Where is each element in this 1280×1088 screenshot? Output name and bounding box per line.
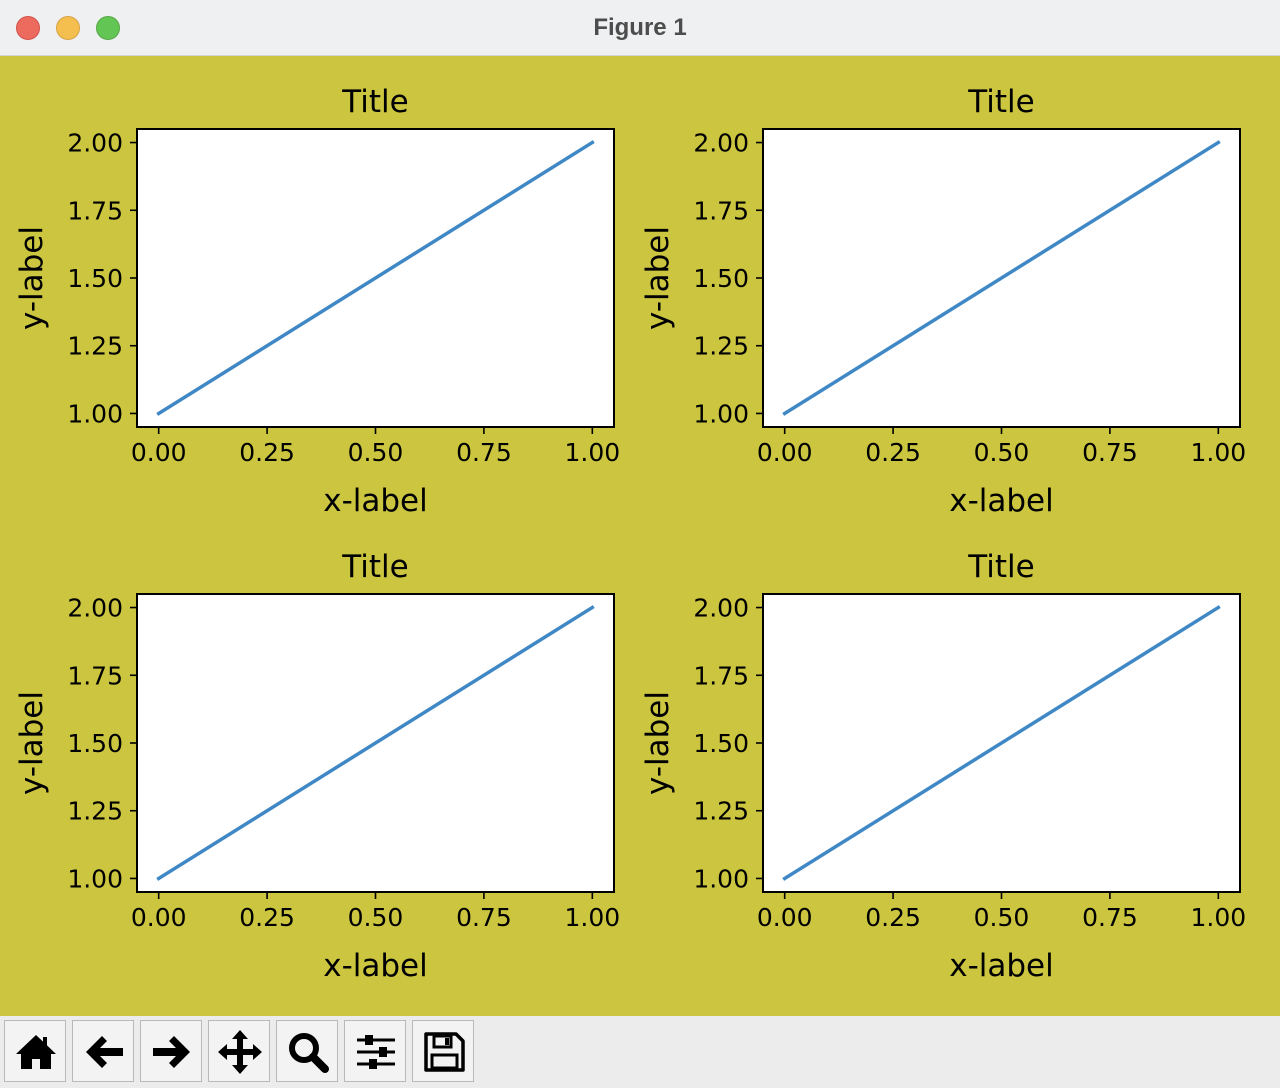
- y-axis-label: y-label: [640, 226, 676, 330]
- x-tick-label: 1.00: [564, 903, 620, 932]
- y-tick-label: 1.25: [67, 797, 123, 826]
- axes-title: Title: [341, 84, 408, 120]
- x-tick-label: 0.50: [974, 438, 1030, 467]
- x-tick-label: 0.00: [757, 903, 813, 932]
- x-tick-label: 1.00: [564, 438, 620, 467]
- y-tick-label: 1.75: [693, 196, 749, 225]
- back-button[interactable]: [72, 1020, 134, 1082]
- y-tick-label: 1.25: [693, 797, 749, 826]
- y-tick-label: 2.00: [67, 129, 123, 158]
- x-axis-label: x-label: [323, 483, 428, 519]
- y-tick-label: 2.00: [693, 129, 749, 158]
- axes-title: Title: [967, 549, 1034, 585]
- title-bar[interactable]: Figure 1: [0, 0, 1280, 56]
- x-tick-label: 0.50: [348, 903, 404, 932]
- y-tick-label: 1.25: [67, 332, 123, 361]
- y-tick-label: 1.50: [693, 729, 749, 758]
- y-tick-label: 1.00: [693, 399, 749, 428]
- left-arrow-icon: [86, 1036, 123, 1068]
- forward-button[interactable]: [140, 1020, 202, 1082]
- axes-title: Title: [967, 84, 1034, 120]
- x-tick-label: 0.75: [1082, 903, 1138, 932]
- navigation-toolbar: [0, 1016, 1280, 1088]
- x-tick-label: 0.50: [974, 903, 1030, 932]
- y-tick-label: 1.00: [67, 399, 123, 428]
- x-tick-label: 0.25: [865, 438, 921, 467]
- x-tick-label: 0.75: [1082, 438, 1138, 467]
- x-tick-label: 0.00: [131, 438, 187, 467]
- y-tick-label: 2.00: [67, 594, 123, 623]
- y-tick-label: 1.25: [693, 332, 749, 361]
- y-axis-label: y-label: [14, 691, 50, 795]
- y-axis-label: y-label: [640, 691, 676, 795]
- floppy-disk-icon: [424, 1032, 465, 1072]
- home-button[interactable]: [4, 1020, 66, 1082]
- right-arrow-icon: [153, 1036, 190, 1068]
- move-icon: [218, 1030, 262, 1074]
- x-axis-label: x-label: [323, 948, 428, 984]
- x-tick-label: 1.00: [1190, 438, 1246, 467]
- sliders-icon: [357, 1035, 395, 1069]
- x-tick-label: 0.25: [239, 903, 295, 932]
- y-tick-label: 1.75: [693, 661, 749, 690]
- zoom-button[interactable]: [276, 1020, 338, 1082]
- x-axis-label: x-label: [949, 948, 1054, 984]
- x-tick-label: 0.50: [348, 438, 404, 467]
- y-tick-label: 1.75: [67, 661, 123, 690]
- x-tick-label: 0.75: [456, 903, 512, 932]
- figure-canvas[interactable]: 0.00 0.25 0.50 0.75 1.00 1.00 1.25 1.50 1.75 2.00…: [0, 56, 1280, 1016]
- pan-button[interactable]: [208, 1020, 270, 1082]
- y-tick-label: 1.75: [67, 196, 123, 225]
- y-tick-label: 1.00: [67, 864, 123, 893]
- save-button[interactable]: [412, 1020, 474, 1082]
- x-tick-label: 0.75: [456, 438, 512, 467]
- configure-subplots-button[interactable]: [344, 1020, 406, 1082]
- y-tick-label: 1.50: [693, 264, 749, 293]
- figure-window: Figure 1 0.00 0.25 0.50 0.75 1.00 1.00 1.25 1.5…: [0, 0, 1280, 1088]
- home-icon: [16, 1035, 56, 1069]
- y-axis-label: y-label: [14, 226, 50, 330]
- x-tick-label: 0.25: [239, 438, 295, 467]
- x-tick-label: 0.25: [865, 903, 921, 932]
- x-axis-label: x-label: [949, 483, 1054, 519]
- window-title: Figure 1: [593, 14, 687, 41]
- y-tick-label: 1.00: [693, 864, 749, 893]
- x-tick-label: 0.00: [757, 438, 813, 467]
- y-tick-label: 1.50: [67, 264, 123, 293]
- magnifier-icon: [289, 1033, 329, 1073]
- y-tick-label: 1.50: [67, 729, 123, 758]
- y-tick-label: 2.00: [693, 594, 749, 623]
- x-tick-label: 0.00: [131, 903, 187, 932]
- axes-title: Title: [341, 549, 408, 585]
- x-tick-label: 1.00: [1190, 903, 1246, 932]
